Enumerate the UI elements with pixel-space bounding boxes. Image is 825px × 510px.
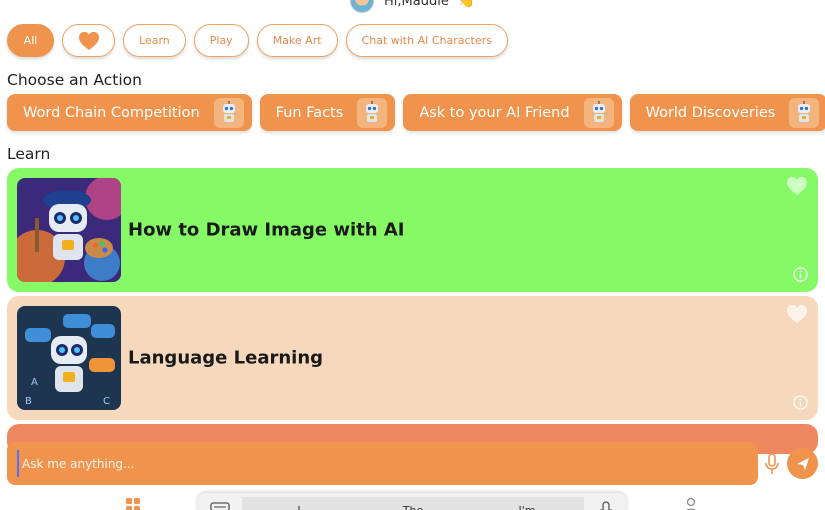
robot-painter-image — [17, 178, 121, 282]
chat-input[interactable] — [17, 450, 737, 477]
profile-icon[interactable] — [683, 497, 699, 510]
learn-card-title: How to Draw Image with AI — [128, 219, 405, 241]
heart-icon — [78, 31, 99, 50]
heart-icon[interactable] — [786, 176, 808, 196]
keyboard-suggestion[interactable]: The — [356, 497, 470, 510]
waving-hand-icon: 👋 — [458, 0, 476, 9]
action-label: World Discoveries — [645, 104, 776, 121]
filter-bar: All Learn Play Make Art Chat with AI Cha… — [7, 24, 508, 57]
svg-text:A: A — [31, 377, 38, 388]
robot-icon — [357, 97, 388, 128]
heart-icon[interactable] — [786, 304, 808, 324]
microphone-icon[interactable] — [764, 452, 780, 476]
action-ask-ai-friend-button[interactable]: Ask to your AI Friend — [403, 94, 622, 131]
robot-icon — [789, 97, 820, 128]
filter-favorites-chip[interactable] — [62, 24, 115, 57]
action-word-chain-button[interactable]: Word Chain Competition — [7, 94, 252, 131]
robot-icon — [213, 97, 244, 128]
learn-card-title: Language Learning — [128, 347, 324, 369]
robot-icon — [583, 97, 614, 128]
learn-card-language-learning[interactable]: A B C Language Learning — [7, 296, 818, 420]
document-icon[interactable] — [210, 502, 230, 510]
svg-text:B: B — [25, 396, 32, 407]
robot-languages-image: A B C — [17, 306, 121, 410]
grid-icon[interactable] — [125, 497, 141, 510]
action-label: Ask to your AI Friend — [419, 104, 570, 121]
keyboard-suggestion[interactable]: I — [242, 497, 356, 510]
filter-make-art-chip[interactable]: Make Art — [256, 24, 338, 57]
action-label: Word Chain Competition — [23, 104, 200, 121]
avatar[interactable] — [350, 0, 374, 13]
filter-all-chip[interactable]: All — [7, 24, 54, 57]
filter-play-chip[interactable]: Play — [193, 24, 249, 57]
info-icon[interactable] — [793, 267, 808, 282]
action-list: Word Chain Competition Fun Facts Ask to … — [7, 94, 825, 131]
actions-section-title: Choose an Action — [7, 71, 142, 89]
action-fun-facts-button[interactable]: Fun Facts — [259, 94, 396, 131]
svg-text:C: C — [103, 396, 110, 407]
chat-bar — [7, 442, 758, 485]
filter-learn-chip[interactable]: Learn — [123, 24, 186, 57]
learn-card-draw-image[interactable]: How to Draw Image with AI — [7, 168, 818, 292]
greeting-header: Hi,Maddie 👋 — [350, 0, 476, 13]
microphone-icon[interactable] — [600, 501, 612, 510]
info-icon[interactable] — [793, 395, 808, 410]
action-world-discoveries-button[interactable]: World Discoveries — [629, 94, 825, 131]
keyboard-suggestion-bar: I The I'm — [198, 493, 626, 510]
filter-chat-characters-chip[interactable]: Chat with AI Characters — [345, 24, 508, 57]
send-button[interactable] — [787, 448, 818, 479]
greeting-text: Hi,Maddie — [384, 0, 449, 9]
action-label: Fun Facts — [275, 104, 344, 121]
learn-section-title: Learn — [7, 145, 51, 163]
send-icon — [796, 457, 809, 470]
keyboard-suggestion[interactable]: I'm — [470, 497, 584, 510]
